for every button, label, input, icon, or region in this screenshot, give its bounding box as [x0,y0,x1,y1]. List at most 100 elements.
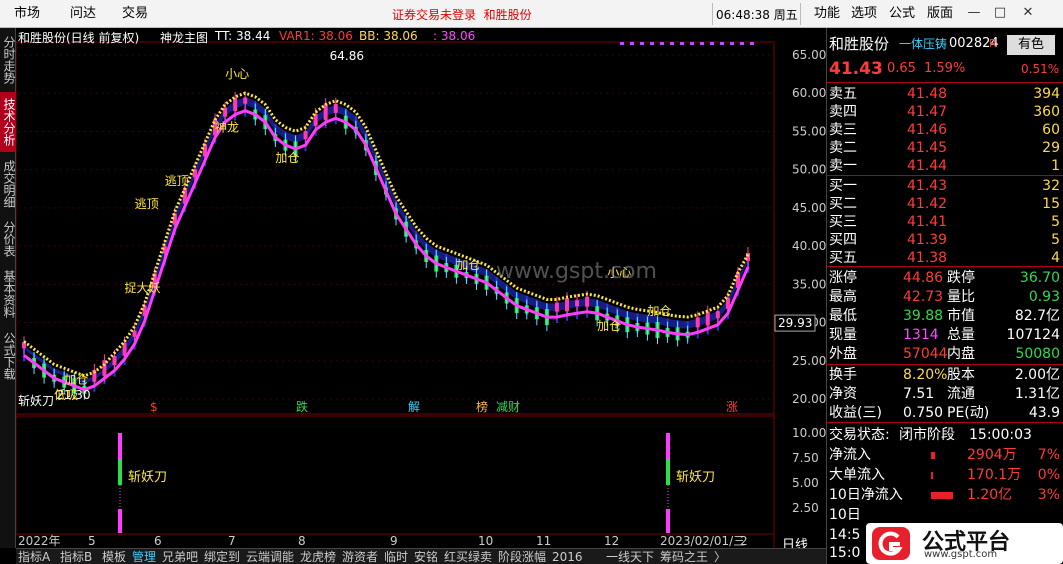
event-tag: 涨 [726,399,738,414]
divider [827,175,1063,176]
flow-row: 大单流入 170.1万 0% [827,466,1063,484]
date-tick-label: 6 [154,534,162,548]
quote-price: 41.43 [829,59,883,79]
bottom-tab[interactable]: 指标A [18,550,50,564]
bottom-tab[interactable]: 〉 [714,550,726,564]
signal-dot [630,42,634,45]
date-tick-label: 2 [740,534,748,548]
tab-intraday[interactable]: 分时走势 [0,30,16,90]
chart-annotation: 加仓 [597,319,621,333]
stat-row: 最高 42.73 量比 0.93 [827,288,1063,306]
tab-formula-download[interactable]: 公式下载 [0,326,16,386]
stat-label: 跌停 [947,270,975,286]
bottom-tab[interactable]: 绑定到 [204,550,240,564]
bottom-tab[interactable]: 云端调能 [246,550,294,564]
ask-row: 卖四 41.47 360 [827,103,1063,121]
trade-status-value: 闭市阶段 [899,427,955,443]
bid-row: 买二 41.42 15 [827,195,1063,213]
bid-row: 买三 41.41 5 [827,213,1063,231]
tab-technical[interactable]: 技术分析 [0,92,16,152]
menu-function[interactable]: 功能 [814,6,840,22]
bid-volume: 5 [1051,232,1060,248]
bid-price: 41.41 [907,214,948,230]
stat-value: 7.51 [903,386,935,402]
stat-value: 36.70 [1019,270,1060,286]
maximize-icon[interactable]: □ [992,5,1008,20]
chart-annotation: 逃顶 [135,197,159,211]
chart-annotation: 小心 [225,67,249,81]
price-tick-label: 55.00 [792,124,826,138]
sub-indicator-name[interactable]: 斩妖刀 [18,392,54,409]
divider [827,82,1063,83]
chart-annotation: 逃顶 [165,174,189,188]
current-price-label: 29.93 [778,316,812,330]
bottom-tab[interactable]: 2016 [552,550,583,564]
menu-layout[interactable]: 版面 [927,6,953,22]
menu-trade[interactable]: 交易 [122,6,148,22]
tab-trade-detail[interactable]: 成交明细 [0,154,16,214]
bottom-tab[interactable]: 龙虎榜 [300,550,336,564]
stat-value: 50080 [1015,346,1060,362]
stat-label: 收益(三) [829,405,882,421]
flow-label: 10日 [829,507,861,523]
ask-row: 卖二 41.45 29 [827,139,1063,157]
bottom-tab[interactable]: 一线天下 [606,550,654,564]
bottom-tab[interactable]: 兄弟吧 [162,550,198,564]
flow-label: 净流入 [829,447,871,463]
stat-row: 换手 8.20% 股本 2.00亿 [827,366,1063,384]
bid-price: 41.39 [907,232,948,248]
close-icon[interactable]: ✕ [1020,5,1036,20]
event-tag: 跌 [296,399,308,414]
chart-annotation: 加仓 [456,258,480,272]
tick-time: 14:5 [829,527,861,543]
bottom-tab[interactable]: 安铭 [414,550,438,564]
ask-price: 41.45 [907,140,948,156]
event-tag: 减财 [496,400,520,414]
tab-price-table[interactable]: 分价表 [0,216,16,262]
menu-options[interactable]: 选项 [851,6,877,22]
sector-badge[interactable]: 有色 [1007,35,1055,55]
minimize-icon[interactable]: — [966,5,982,20]
date-tick-label: 7 [228,534,236,548]
chart-annotation: 加仓 [64,373,88,387]
stat-value: 44.86 [903,270,944,286]
bottom-tab[interactable]: 红买绿卖 [444,550,492,564]
indicator-name[interactable]: 神龙主图 [160,29,208,46]
sub-tick-label: 2.50 [792,501,819,515]
var1-value: VAR1: 38.06 [279,29,353,43]
signal-dot [750,42,754,45]
bid-level-label: 买五 [829,250,857,266]
bottom-tab[interactable]: 阶段涨幅 [498,550,546,564]
bottom-tab[interactable]: 管理 [132,550,156,564]
clock: 06:48:38 周五 [716,8,798,22]
ask-price: 41.48 [907,86,948,102]
kline-chart[interactable]: 65.0060.0055.0050.0045.0040.0035.0030.00… [16,28,826,553]
bottom-tab[interactable]: 临时 [384,550,408,564]
stat-value: 82.7亿 [1014,308,1060,324]
event-tag: 解 [408,400,420,414]
login-notice-text: 证券交易未登录 [392,8,477,22]
flow-label: 大单流入 [829,467,885,483]
tab-profile[interactable]: 基本资料 [0,264,16,324]
quote-concept-tag[interactable]: 一体压铸 [899,33,947,55]
chart-canvas: 65.0060.0055.0050.0045.0040.0035.0030.00… [16,41,826,548]
stat-row: 净资 7.51 流通 1.31亿 [827,385,1063,403]
bottom-tab[interactable]: 游资者 [342,550,378,564]
tick-time: 15:0 [829,545,861,561]
menu-market[interactable]: 市场 [14,6,40,22]
flow-row: 10日 [827,506,1063,524]
ask-volume: 360 [1033,104,1060,120]
sub-tick-label: 10.00 [792,426,826,440]
login-notice[interactable]: 证券交易未登录 和胜股份 [392,6,532,23]
event-tag: $ [150,400,158,414]
bid-level-label: 买二 [829,196,857,212]
bid-row: 买四 41.39 5 [827,231,1063,249]
bottom-tab[interactable]: 模板 [102,550,126,564]
date-tick-label: 10 [478,534,493,548]
menu-wenda[interactable]: 问达 [70,6,96,22]
price-tick-label: 45.00 [792,201,826,215]
watermark-url: www.gspt.com [924,549,998,560]
bottom-tab[interactable]: 指标B [60,550,92,564]
menu-formula[interactable]: 公式 [889,6,915,22]
bottom-tab[interactable]: 筹码之王 [660,550,708,564]
